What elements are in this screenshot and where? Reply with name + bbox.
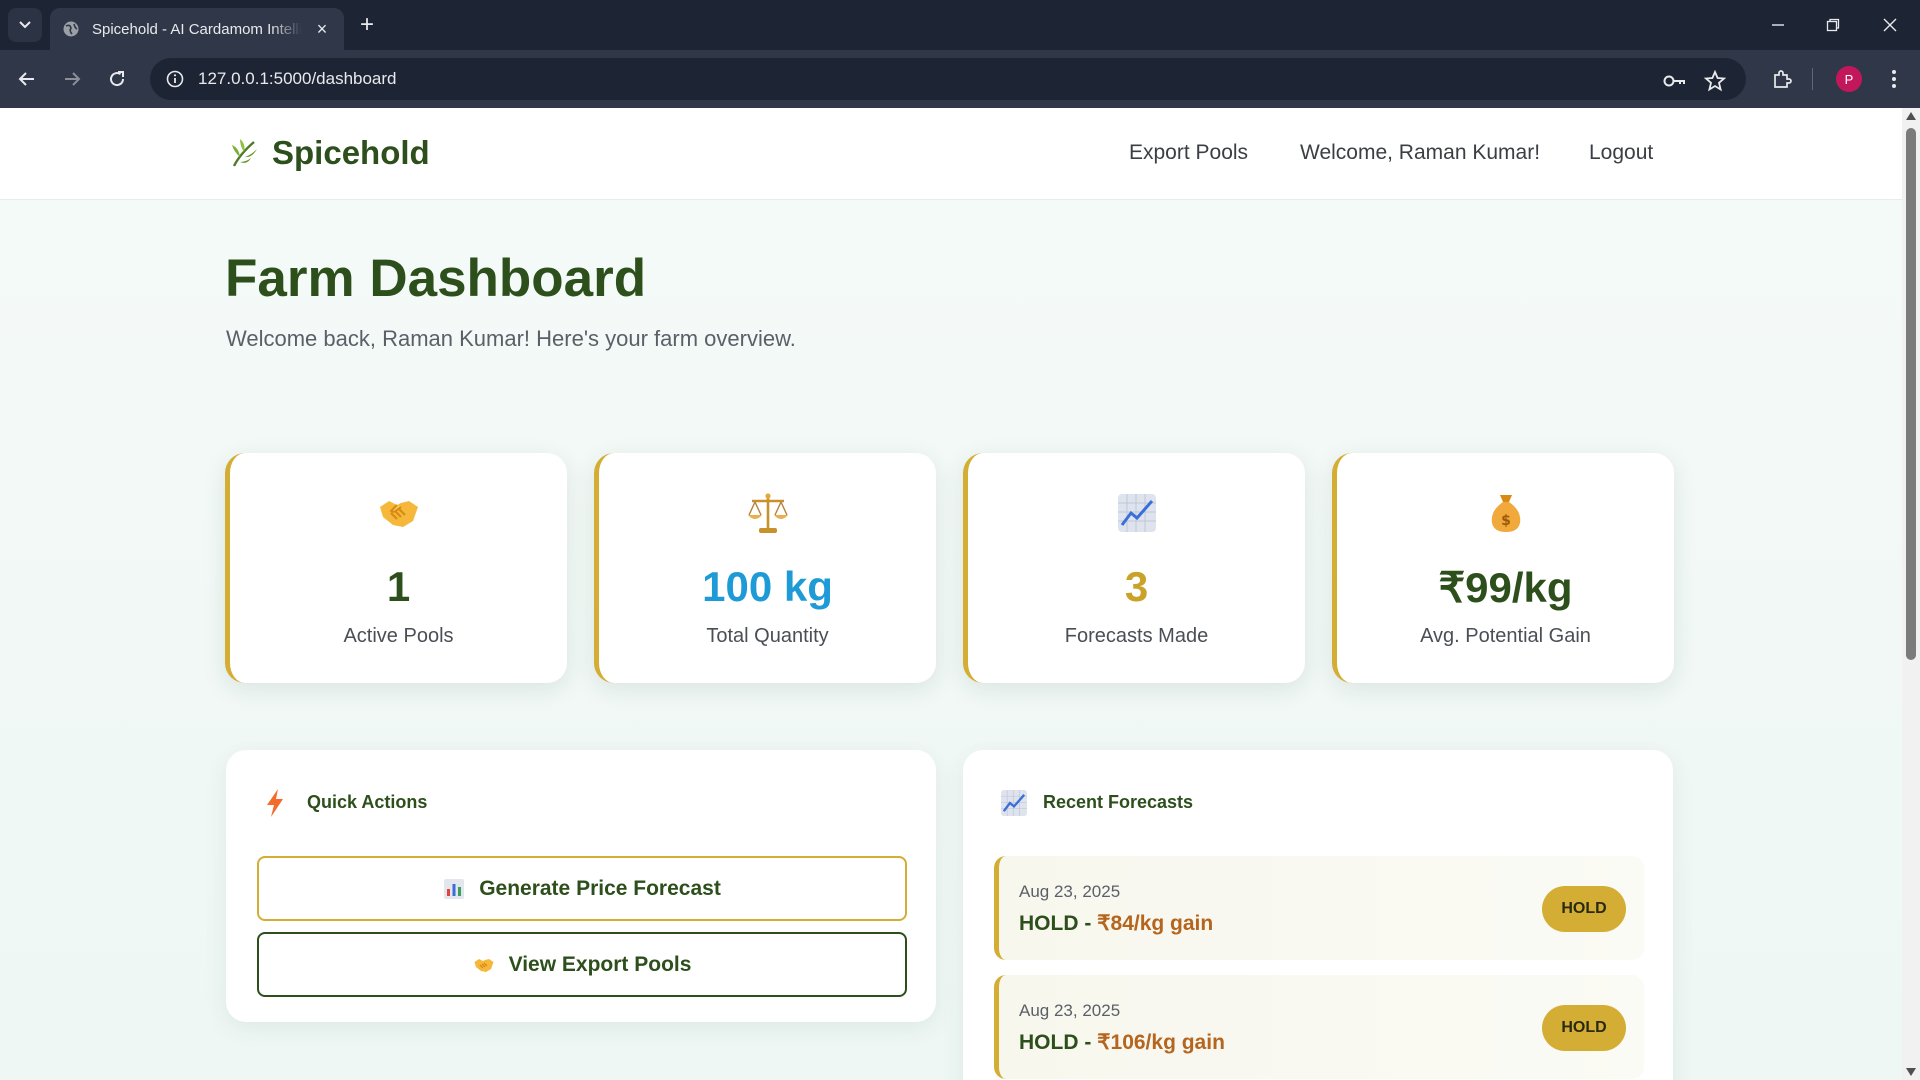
handshake-icon: [473, 954, 495, 976]
nav-logout-link[interactable]: Logout: [1589, 141, 1653, 165]
forecast-summary: HOLD - ₹84/kg gain: [1019, 911, 1213, 936]
forecast-action: HOLD -: [1019, 912, 1098, 935]
stat-value: ₹99/kg: [1438, 564, 1573, 611]
button-label: View Export Pools: [508, 952, 692, 976]
close-tab-icon[interactable]: ×: [312, 19, 332, 40]
forecast-date: Aug 23, 2025: [1019, 882, 1121, 901]
brand-name: Spicehold: [272, 134, 430, 171]
quick-actions-title: Quick Actions: [307, 792, 428, 812]
close-icon: [1883, 18, 1897, 32]
forecast-gain: ₹106/kg gain: [1097, 1031, 1225, 1054]
browser-tab-active[interactable]: Spicehold - AI Cardamom Intelligence ×: [50, 8, 344, 50]
close-window-button[interactable]: [1870, 10, 1910, 40]
browser-toolbar: 127.0.0.1:5000/dashboard: [0, 50, 1920, 108]
forecast-date: Aug 23, 2025: [1019, 1001, 1121, 1020]
nav-welcome-text: Welcome, Raman Kumar!: [1300, 141, 1541, 164]
browser-menu-button[interactable]: [1878, 63, 1910, 95]
chart-increasing-icon: [968, 491, 1305, 535]
page-subtitle: Welcome back, Raman Kumar! Here's your f…: [226, 326, 796, 351]
forecast-status-badge: HOLD: [1542, 886, 1626, 932]
minimize-icon: [1772, 24, 1784, 26]
stat-value: 100 kg: [702, 563, 833, 610]
reload-icon: [110, 71, 125, 87]
stat-label: Active Pools: [343, 625, 454, 647]
tab-search-button[interactable]: [8, 8, 42, 42]
lightning-icon: [260, 788, 290, 818]
page-viewport: Spicehold Export Pools Welcome, Raman Ku…: [0, 108, 1902, 1080]
page-scrollbar[interactable]: [1902, 108, 1920, 1080]
bookmark-star-icon[interactable]: [1703, 69, 1727, 93]
scroll-down-arrow-icon[interactable]: [1906, 1068, 1916, 1076]
recent-forecasts-title: Recent Forecasts: [1043, 792, 1194, 812]
balance-scale-icon: [599, 491, 936, 535]
password-key-icon[interactable]: [1662, 69, 1686, 93]
forecast-status-badge: HOLD: [1542, 1005, 1626, 1051]
tab-title: Spicehold - AI Cardamom Intelligence: [92, 20, 302, 38]
browser-tab-strip: Spicehold - AI Cardamom Intelligence × +: [0, 0, 1920, 50]
generate-price-forecast-button[interactable]: Generate Price Forecast: [257, 856, 907, 921]
stat-card-active-pools: 1 Active Pools: [225, 453, 567, 683]
forward-button[interactable]: [56, 63, 88, 95]
view-export-pools-button[interactable]: View Export Pools: [257, 932, 907, 997]
site-header: Spicehold Export Pools Welcome, Raman Ku…: [0, 108, 1902, 200]
svg-text:$: $: [1501, 513, 1511, 529]
back-button[interactable]: [11, 63, 43, 95]
restore-window-button[interactable]: [1813, 10, 1853, 40]
reload-button[interactable]: [101, 63, 133, 95]
stat-card-total-quantity: 100 kg Total Quantity: [594, 453, 936, 683]
new-tab-button[interactable]: +: [354, 12, 380, 38]
url-text[interactable]: 127.0.0.1:5000/dashboard: [198, 69, 397, 89]
toolbar-divider: [1812, 68, 1813, 90]
restore-icon: [1826, 18, 1840, 32]
stat-value: 1: [386, 563, 411, 610]
globe-icon: [62, 20, 80, 38]
stat-label: Forecasts Made: [1064, 625, 1209, 647]
page-title: Farm Dashboard: [225, 249, 647, 308]
arrow-left-icon: [18, 72, 34, 86]
forecast-summary: HOLD - ₹106/kg gain: [1019, 1030, 1225, 1055]
stat-value: 3: [1124, 563, 1149, 610]
scroll-up-arrow-icon[interactable]: [1906, 112, 1916, 120]
leaf-icon: [226, 136, 260, 170]
money-bag-icon: $: [1337, 491, 1674, 535]
stat-card-forecasts-made: 3 Forecasts Made: [963, 453, 1305, 683]
kebab-menu-icon: [1892, 70, 1896, 88]
recent-forecasts-panel: Recent Forecasts Aug 23, 2025 HOLD - ₹84…: [963, 750, 1673, 1080]
site-info-icon[interactable]: [154, 58, 196, 100]
brand-logo[interactable]: Spicehold: [226, 134, 430, 172]
profile-avatar[interactable]: P: [1836, 66, 1862, 92]
extensions-button[interactable]: [1766, 63, 1798, 95]
nav-export-pools-link[interactable]: Export Pools: [1129, 141, 1248, 165]
forecast-gain: ₹84/kg gain: [1097, 912, 1214, 935]
stat-label: Total Quantity: [706, 625, 829, 647]
puzzle-icon: [1774, 70, 1792, 88]
chevron-down-icon: [19, 21, 31, 29]
minimize-window-button[interactable]: [1758, 10, 1798, 40]
bar-chart-icon: [443, 878, 465, 900]
forecast-list-item[interactable]: Aug 23, 2025 HOLD - ₹106/kg gain HOLD: [994, 975, 1644, 1079]
forecast-action: HOLD -: [1019, 1031, 1098, 1054]
address-bar[interactable]: 127.0.0.1:5000/dashboard: [150, 58, 1746, 100]
stat-card-avg-potential-gain: $ ₹99/kg Avg. Potential Gain: [1332, 453, 1674, 683]
arrow-right-icon: [65, 72, 81, 86]
handshake-icon: [230, 491, 567, 535]
chart-increasing-icon: [999, 788, 1029, 818]
button-label: Generate Price Forecast: [479, 876, 721, 900]
scrollbar-thumb[interactable]: [1906, 128, 1916, 660]
quick-actions-panel: Quick Actions Generate Price Forecast Vi…: [226, 750, 936, 1022]
forecast-list-item[interactable]: Aug 23, 2025 HOLD - ₹84/kg gain HOLD: [994, 856, 1644, 960]
stat-label: Avg. Potential Gain: [1420, 625, 1591, 647]
